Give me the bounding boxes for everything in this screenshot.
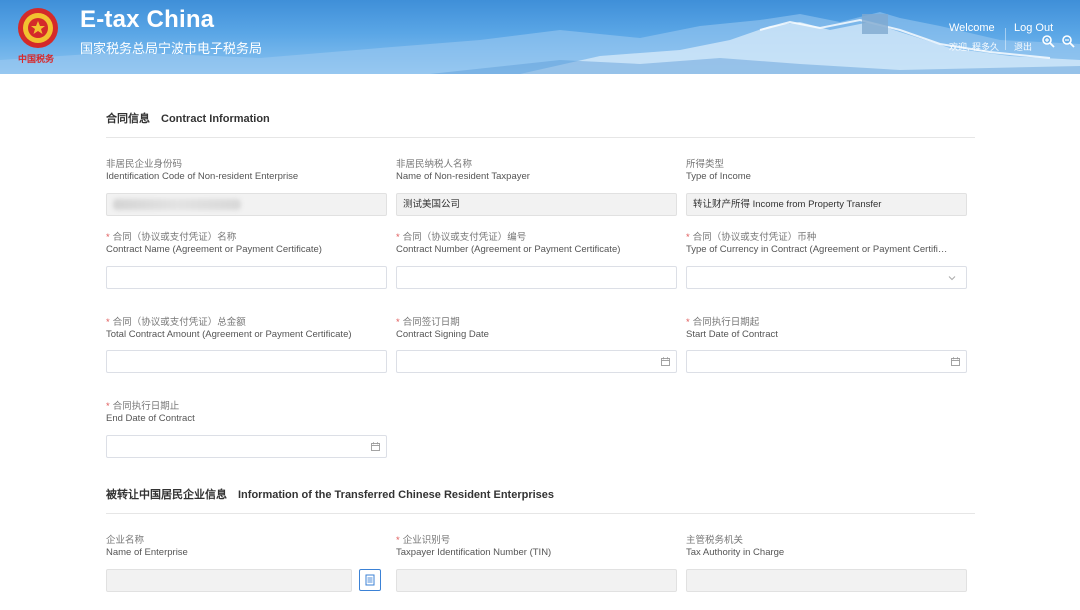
signing-date-label-cn: * 合同签订日期 [396,317,460,328]
emblem-caption: 中国税务 [18,55,55,65]
site-subtitle: 国家税务总局宁波市电子税务局 [80,41,263,56]
logout-link-cn[interactable]: 退出 [1014,40,1032,53]
id-code-label-en: Identification Code of Non-resident Ente… [106,171,299,182]
contract-title-cn: 合同信息 [106,113,150,125]
contract-number-label-cn: * 合同（协议或支付凭证）编号 [396,232,527,243]
start-date-picker[interactable] [686,350,967,373]
total-amount-label-cn: * 合同（协议或支付凭证）总金额 [106,317,246,328]
tin-field [396,569,677,592]
enterprise-name-field [106,569,352,592]
section-divider [106,137,975,138]
start-date-label-en: Start Date of Contract [686,329,778,340]
contract-name-label-en: Contract Name (Agreement or Payment Cert… [106,244,322,255]
total-amount-input[interactable] [106,350,387,373]
required-marker: * [106,401,110,412]
welcome-label: Welcome [949,22,995,34]
site-header: 中国税务 E-tax China 国家税务总局宁波市电子税务局 Welcome … [0,0,1080,74]
contract-section-title: 合同信息 Contract Information [106,110,270,126]
site-title: E-tax China [80,6,215,33]
transferred-section-title: 被转让中国居民企业信息 Information of the Transferre… [106,486,554,502]
end-date-label-cn: * 合同执行日期止 [106,401,180,412]
end-date-picker[interactable] [106,435,387,458]
enterprise-name-label-en: Name of Enterprise [106,547,188,558]
chevron-down-icon [948,276,956,281]
section-divider [106,513,975,514]
header-separator [1005,28,1006,50]
contract-name-input[interactable] [106,266,387,289]
zoom-in-icon[interactable] [1041,34,1055,48]
tin-label-cn: * 企业识别号 [396,535,451,546]
id-code-field [106,193,387,216]
tax-authority-field [686,569,967,592]
required-marker: * [396,232,400,243]
tax-authority-label-en: Tax Authority in Charge [686,547,785,558]
transferred-title-cn: 被转让中国居民企业信息 [106,489,227,501]
calendar-icon[interactable] [371,442,380,451]
contract-title-en: Contract Information [161,113,270,125]
id-code-label-cn: 非居民企业身份码 [106,159,183,170]
welcome-user: 欢迎, 程多久 [949,42,1000,52]
transferred-title-en: Information of the Transferred Chinese R… [238,489,555,501]
enterprise-lookup-button[interactable] [359,569,381,591]
signing-date-picker[interactable] [396,350,677,373]
calendar-icon[interactable] [661,357,670,366]
total-amount-label-en: Total Contract Amount (Agreement or Paym… [106,329,352,340]
income-type-label-en: Type of Income [686,171,751,182]
contract-number-label-en: Contract Number (Agreement or Payment Ce… [396,244,621,255]
required-marker: * [106,232,110,243]
currency-label-cn: * 合同（协议或支付凭证）币种 [686,232,817,243]
enterprise-name-label-cn: 企业名称 [106,535,145,546]
currency-select[interactable] [686,266,967,289]
currency-label-en: Type of Currency in Contract (Agreement … [686,244,948,255]
taxpayer-name-field: 测试美国公司 [396,193,677,216]
contract-number-input[interactable] [396,266,677,289]
taxpayer-name-label-cn: 非居民纳税人名称 [396,159,473,170]
required-marker: * [686,317,690,328]
contract-name-label-cn: * 合同（协议或支付凭证）名称 [106,232,237,243]
redacted-value [113,199,241,210]
income-type-field: 转让财产所得 Income from Property Transfer [686,193,967,216]
income-type-label-cn: 所得类型 [686,159,725,170]
required-marker: * [396,535,400,546]
tax-authority-label-cn: 主管税务机关 [686,535,744,546]
start-date-label-cn: * 合同执行日期起 [686,317,760,328]
tax-emblem-icon [18,8,58,48]
calendar-icon[interactable] [951,357,960,366]
required-marker: * [686,232,690,243]
list-lookup-icon [365,574,375,586]
taxpayer-name-label-en: Name of Non-resident Taxpayer [396,171,530,182]
end-date-label-en: End Date of Contract [106,413,195,424]
logout-link[interactable]: Log Out [1014,22,1053,34]
signing-date-label-en: Contract Signing Date [396,329,489,340]
required-marker: * [396,317,400,328]
zoom-out-icon[interactable] [1061,34,1075,48]
required-marker: * [106,317,110,328]
tin-label-en: Taxpayer Identification Number (TIN) [396,547,552,558]
